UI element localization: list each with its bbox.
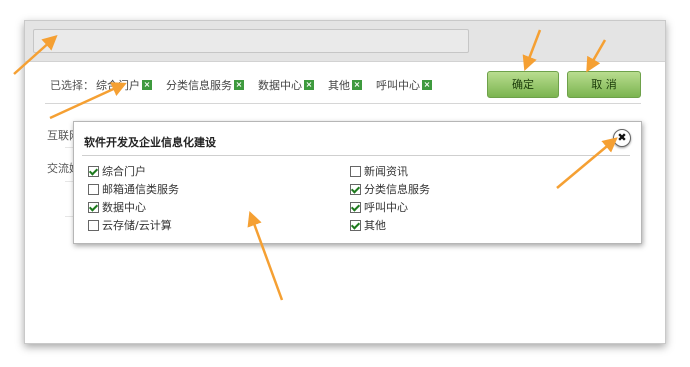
option-label: 呼叫中心 (364, 201, 408, 214)
chip-label: 数据中心 (258, 79, 302, 92)
selected-chip: 呼叫中心 × (376, 77, 432, 93)
checkmark-icon[interactable] (350, 201, 361, 213)
option-checkbox[interactable]: 邮箱通信类服务 (88, 181, 179, 197)
option-label: 邮箱通信类服务 (102, 183, 179, 196)
option-checkbox[interactable]: 数据中心 (88, 199, 146, 215)
header-input[interactable] (33, 29, 469, 53)
checkbox-icon[interactable] (350, 165, 361, 177)
selected-items-bar: 已选择： 综合门户 × 分类信息服务 × 数据中心 × 其他 × 呼叫中心 × (50, 77, 446, 93)
selected-label: 已选择： (50, 79, 94, 92)
option-label: 新闻资讯 (364, 165, 408, 178)
option-label: 数据中心 (102, 201, 146, 214)
option-checkbox[interactable]: 综合门户 (88, 163, 146, 179)
option-checkbox[interactable]: 新闻资讯 (350, 163, 408, 179)
close-x-icon[interactable]: × (304, 80, 314, 90)
chip-label: 分类信息服务 (166, 79, 232, 92)
checkmark-icon[interactable] (350, 183, 361, 195)
confirm-button[interactable]: 确定 (487, 71, 559, 98)
checkmark-icon[interactable] (88, 165, 99, 177)
option-label: 其他 (364, 219, 386, 232)
chip-label: 呼叫中心 (376, 79, 420, 92)
checkmark-icon[interactable] (88, 201, 99, 213)
checkbox-icon[interactable] (88, 183, 99, 195)
option-label: 分类信息服务 (364, 183, 430, 196)
popup-title: 软件开发及企业信息化建设 (84, 136, 216, 149)
divider (82, 155, 630, 156)
close-x-icon[interactable]: × (234, 80, 244, 90)
close-x-icon[interactable]: × (422, 80, 432, 90)
selected-chip: 综合门户 × (96, 77, 152, 93)
chip-label: 综合门户 (96, 79, 140, 92)
checkmark-icon[interactable] (350, 219, 361, 231)
selected-chip: 数据中心 × (258, 77, 314, 93)
cancel-button[interactable]: 取 消 (567, 71, 641, 98)
close-x-icon[interactable]: × (142, 80, 152, 90)
dialog-header (25, 21, 665, 62)
category-popup: 软件开发及企业信息化建设 ✖ 综合门户 新闻资讯 邮箱通信类服务 分类信息服务 … (73, 121, 642, 244)
selected-chip: 其他 × (328, 77, 362, 93)
option-checkbox[interactable]: 云存储/云计算 (88, 217, 172, 233)
close-circle-icon[interactable]: ✖ (613, 129, 631, 147)
close-x-icon[interactable]: × (352, 80, 362, 90)
checkbox-icon[interactable] (88, 219, 99, 231)
chip-label: 其他 (328, 79, 350, 92)
option-label: 综合门户 (102, 165, 146, 178)
divider (45, 103, 641, 104)
option-checkbox[interactable]: 呼叫中心 (350, 199, 408, 215)
option-checkbox[interactable]: 其他 (350, 217, 386, 233)
option-checkbox[interactable]: 分类信息服务 (350, 181, 430, 197)
selected-chip: 分类信息服务 × (166, 77, 244, 93)
option-label: 云存储/云计算 (102, 219, 172, 232)
